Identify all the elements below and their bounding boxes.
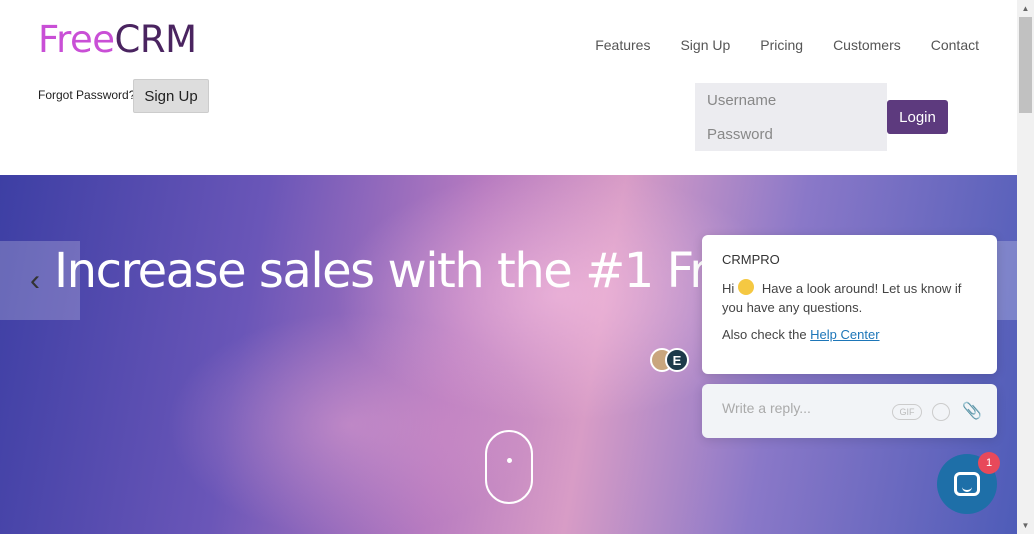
password-input[interactable] [695, 117, 887, 151]
page-scrollbar[interactable]: ▲ ▼ [1017, 0, 1034, 534]
nav-pricing[interactable]: Pricing [760, 37, 803, 53]
forgot-password-link[interactable]: Forgot Password? [38, 88, 135, 102]
carousel-prev-button[interactable]: ‹ [0, 241, 80, 320]
chevron-left-icon: ‹ [30, 263, 40, 297]
logo-crm: CRM [114, 18, 197, 61]
username-input[interactable] [695, 83, 887, 117]
scroll-down-indicator[interactable] [485, 430, 533, 504]
sign-up-button[interactable]: Sign Up [133, 79, 209, 113]
chat-help-line: Also check the Help Center [722, 327, 977, 342]
unread-badge: 1 [978, 452, 1000, 474]
agent-avatar-initial: E [665, 348, 689, 372]
login-form [695, 83, 887, 151]
chat-help-prefix: Also check the [722, 327, 811, 342]
nav-features[interactable]: Features [595, 37, 650, 53]
nav-contact[interactable]: Contact [931, 37, 979, 53]
chat-greeting: Hi Have a look around! Let us know if yo… [722, 279, 977, 317]
nav-sign-up[interactable]: Sign Up [680, 37, 730, 53]
logo[interactable]: FreeCRM [38, 18, 197, 61]
nav-customers[interactable]: Customers [833, 37, 901, 53]
help-center-link[interactable]: Help Center [810, 327, 879, 342]
site-header: FreeCRM Features Sign Up Pricing Custome… [0, 0, 1017, 175]
logo-free: Free [38, 18, 115, 61]
main-nav: Features Sign Up Pricing Customers Conta… [595, 37, 979, 53]
emoji-icon[interactable] [932, 403, 950, 421]
chat-message-card: CRMPRO Hi Have a look around! Let us kno… [702, 235, 997, 374]
scrollbar-thumb[interactable] [1019, 17, 1032, 113]
chat-reply-box: GIF 📎 [702, 384, 997, 438]
paperclip-icon[interactable]: 📎 [962, 401, 982, 421]
scroll-down-arrow-icon[interactable]: ▼ [1017, 517, 1034, 534]
smiley-icon [738, 279, 755, 295]
reply-input[interactable] [722, 400, 882, 416]
gif-button[interactable]: GIF [892, 404, 922, 420]
login-button[interactable]: Login [887, 100, 948, 134]
chat-sender: CRMPRO [722, 252, 780, 267]
chat-bubble-icon [954, 472, 980, 496]
chat-greeting-hi: Hi [722, 281, 735, 296]
chat-greeting-text: Have a look around! Let us know if you h… [722, 281, 962, 315]
agent-avatars: E [650, 348, 692, 372]
hero-title: Increase sales with the #1 Free C [54, 243, 810, 299]
scroll-up-arrow-icon[interactable]: ▲ [1017, 0, 1034, 17]
carousel-next-button[interactable] [997, 241, 1017, 320]
